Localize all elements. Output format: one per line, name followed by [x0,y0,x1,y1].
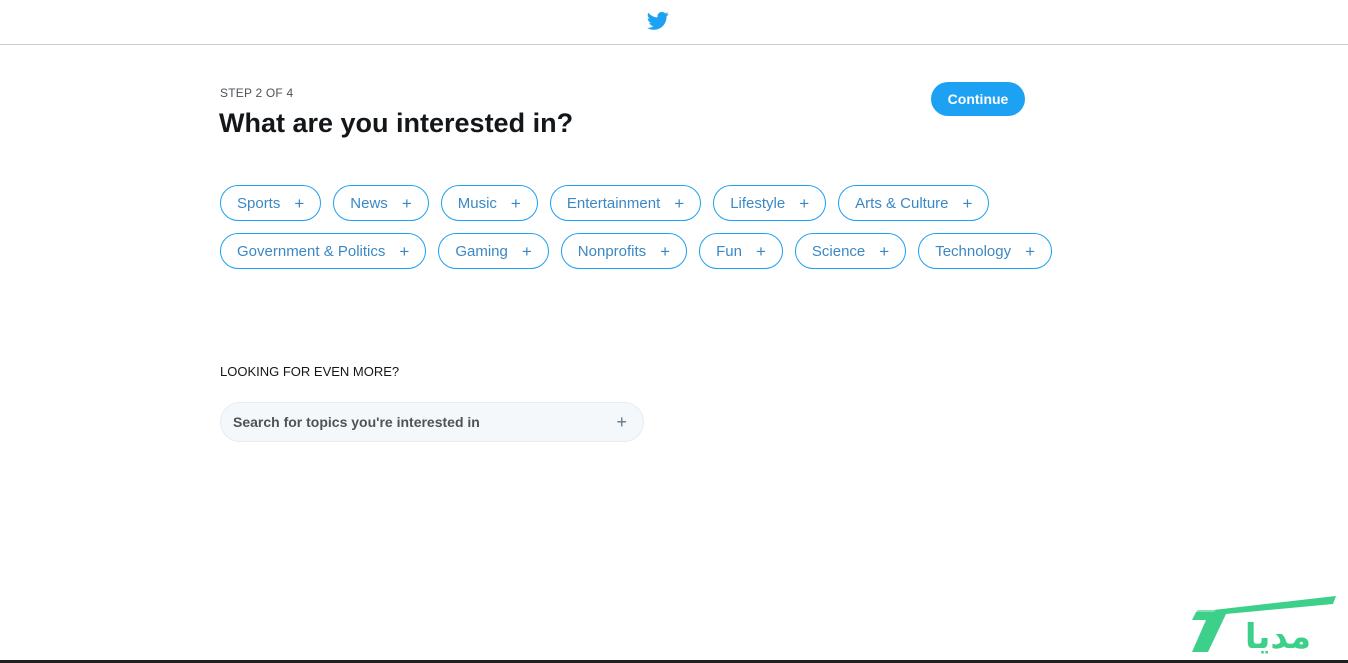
plus-icon: + [401,193,412,213]
topic-chip-science[interactable]: Science + [794,233,907,269]
looking-for-more-label: LOOKING FOR EVEN MORE? [220,364,400,379]
plus-icon: + [510,193,521,213]
topic-chip-gaming[interactable]: Gaming + [438,233,549,269]
topic-chip-label: Sports [237,194,281,212]
page-title: What are you interested in? [219,108,574,138]
plus-icon: + [755,241,766,261]
step-indicator: STEP 2 OF 4 [220,86,294,100]
topic-chip-label: Entertainment [566,194,661,212]
topic-chip-arts-culture[interactable]: Arts & Culture + [838,185,990,221]
topic-chip-label: Lifestyle [730,194,786,212]
continue-button[interactable]: Continue [931,82,1025,116]
plus-icon: + [521,241,532,261]
plus-icon: + [674,193,685,213]
topic-chip-label: Arts & Culture [855,194,949,212]
topic-chip-nonprofits[interactable]: Nonprofits + [560,233,688,269]
twitter-bird-icon[interactable] [647,11,669,31]
topic-chip-news[interactable]: News + [333,185,429,221]
topic-chip-fun[interactable]: Fun + [699,233,783,269]
topic-chip-label: Nonprofits [577,242,647,260]
plus-icon: + [399,241,410,261]
topics-row-2: Government & Politics + Gaming + Nonprof… [220,233,1053,269]
plus-icon: + [962,193,973,213]
plus-icon[interactable]: + [616,413,627,431]
topic-chip-label: Gaming [455,242,508,260]
topic-chip-label: Fun [716,242,742,260]
topics-row-1: Sports + News + Music + Entertainment + … [220,185,990,221]
plus-icon: + [879,241,890,261]
plus-icon: + [660,241,671,261]
topic-chip-label: Science [811,242,866,260]
plus-icon: + [799,193,810,213]
topic-search-input[interactable] [233,414,617,430]
plus-icon: + [1025,241,1036,261]
topic-chip-label: Music [457,194,497,212]
topic-chip-sports[interactable]: Sports + [220,185,322,221]
topic-chip-label: News [350,194,388,212]
topic-chip-technology[interactable]: Technology + [918,233,1053,269]
topic-chip-entertainment[interactable]: Entertainment + [549,185,702,221]
topic-chip-lifestyle[interactable]: Lifestyle + [713,185,827,221]
top-bar [0,0,1348,45]
topic-chip-government-politics[interactable]: Government & Politics + [220,233,427,269]
topic-chip-label: Technology [935,242,1012,260]
topic-chip-label: Government & Politics [237,242,386,260]
topic-search-box: + [220,402,644,442]
topic-chip-music[interactable]: Music + [440,185,538,221]
watermark-logo: مدیا [1192,596,1336,657]
plus-icon: + [294,193,305,213]
watermark-text: مدیا [1245,617,1311,657]
